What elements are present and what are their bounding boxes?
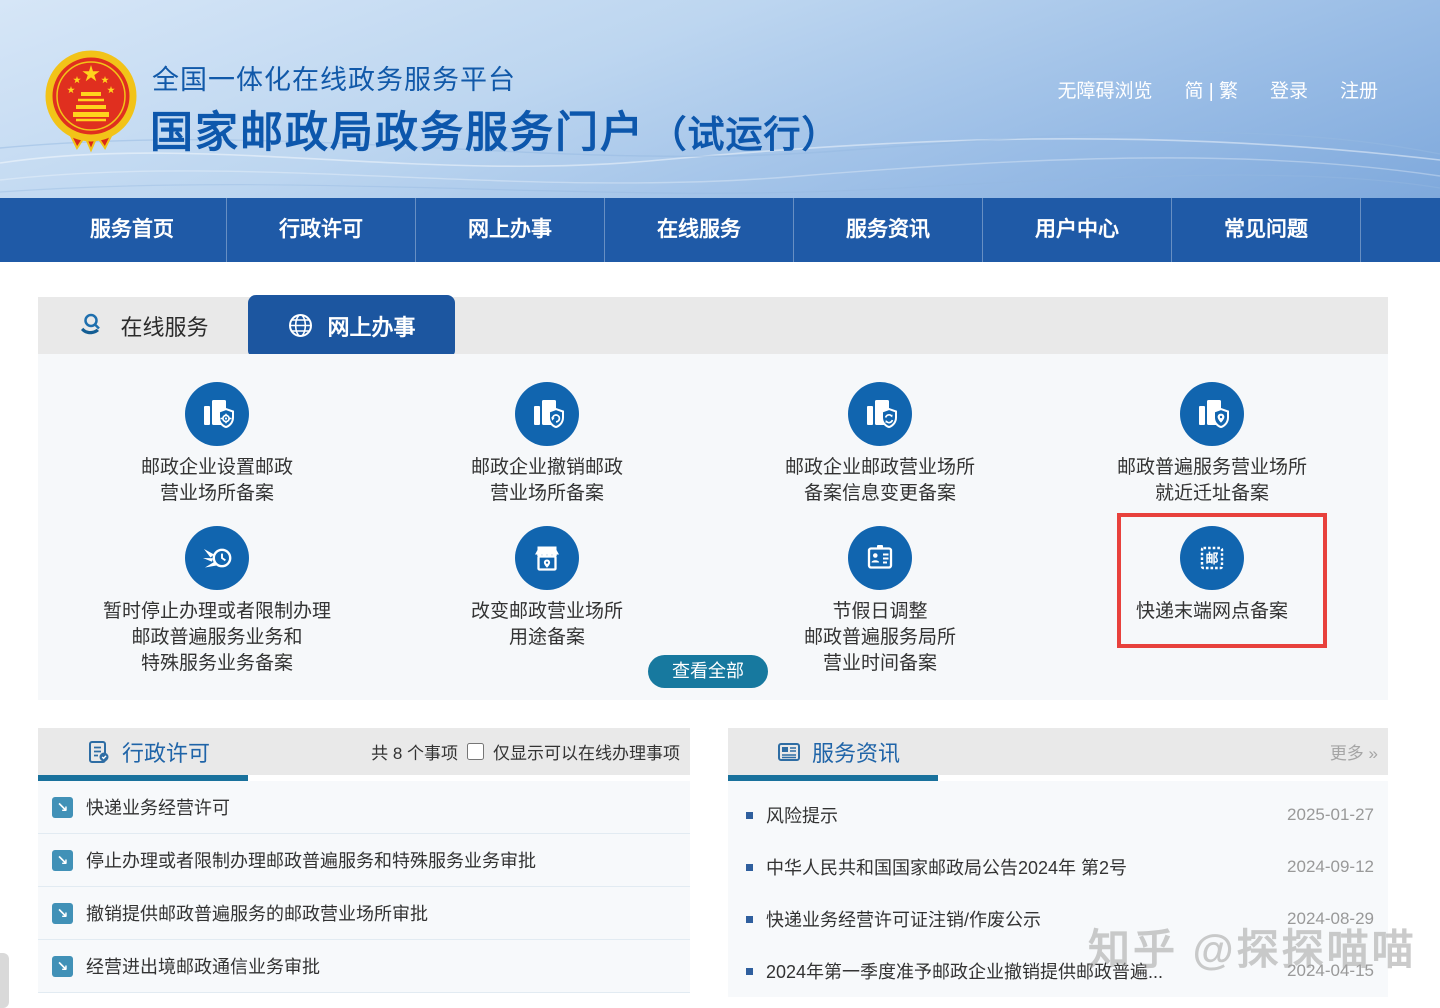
bullet-icon xyxy=(746,916,753,923)
id-card-icon xyxy=(848,526,912,590)
service-label: 邮政普遍服务营业场所 就近迁址备案 xyxy=(1047,455,1377,507)
newspaper-icon xyxy=(776,739,802,765)
news-date: 2024-08-29 xyxy=(1287,909,1374,929)
news-panel-title-text: 服务资讯 xyxy=(812,736,900,768)
register-link[interactable]: 注册 xyxy=(1340,76,1378,103)
list-item-label: 撤销提供邮政普遍服务的邮政营业场所审批 xyxy=(86,900,428,926)
service-label: 暂时停止办理或者限制办理 邮政普遍服务业务和 特殊服务业务备案 xyxy=(52,599,382,677)
tab-online-service-label: 在线服务 xyxy=(120,310,208,342)
news-title-link[interactable]: 2024年第一季度准予邮政企业撤销提供邮政普遍... xyxy=(766,958,1287,984)
bullet-icon xyxy=(746,812,753,819)
service-item-change-info[interactable]: 邮政企业邮政营业场所 备案信息变更备案 xyxy=(715,382,1045,507)
nav-item-home[interactable]: 服务首页 xyxy=(38,198,227,262)
site-title: 国家邮政局政务服务门户 xyxy=(150,109,645,157)
services-content: 邮政企业设置邮政 营业场所备案 邮政企业撤销邮政 营业场所备案 xyxy=(38,354,1388,700)
news-title-link[interactable]: 风险提示 xyxy=(766,802,1287,828)
arrow-link-icon: ↘ xyxy=(52,797,73,818)
admin-panel-header-right: 共 8 个事项 仅显示可以在线办理事项 xyxy=(371,739,680,764)
list-item[interactable]: ↘ 快递业务经营许可 xyxy=(38,781,690,834)
bullet-icon xyxy=(746,968,753,975)
buildings-shield-gear-icon xyxy=(185,382,249,446)
service-item-change-usage[interactable]: 改变邮政营业场所 用途备案 xyxy=(382,526,712,651)
tab-online-handling-label: 网上办事 xyxy=(327,310,415,342)
nav-item-online-service[interactable]: 在线服务 xyxy=(605,198,794,262)
arrow-link-icon: ↘ xyxy=(52,956,73,977)
hand-magnifier-icon xyxy=(77,311,107,341)
admin-license-list: ↘ 快递业务经营许可 ↘ 停止办理或者限制办理邮政普遍服务和特殊服务业务审批 ↘… xyxy=(38,781,690,993)
service-label: 邮政企业设置邮政 营业场所备案 xyxy=(52,455,382,507)
hand-clock-icon xyxy=(185,526,249,590)
view-all-button[interactable]: 查看全部 xyxy=(648,655,768,688)
news-title-link[interactable]: 快递业务经营许可证注销/作废公示 xyxy=(766,906,1287,932)
accessibility-link[interactable]: 无障碍浏览 xyxy=(1057,76,1152,103)
service-item-holiday-hours[interactable]: 节假日调整 邮政普遍服务局所 营业时间备案 xyxy=(715,526,1045,677)
list-item[interactable]: ↘ 停止办理或者限制办理邮政普遍服务和特殊服务业务审批 xyxy=(38,834,690,887)
side-edge-tab xyxy=(0,953,9,1008)
news-panel-title: 服务资讯 xyxy=(776,736,900,768)
service-tabstrip: 在线服务 网上办事 xyxy=(38,297,1388,354)
national-emblem-icon xyxy=(45,48,137,160)
nav-item-license[interactable]: 行政许可 xyxy=(227,198,416,262)
list-item[interactable]: ↘ 撤销提供邮政普遍服务的邮政营业场所审批 xyxy=(38,887,690,940)
arrow-link-icon: ↘ xyxy=(52,850,73,871)
page-header: 全国一体化在线政务服务平台 国家邮政局政务服务门户 （试运行） 无障碍浏览 简 … xyxy=(0,0,1440,198)
storefront-pin-icon xyxy=(515,526,579,590)
list-item[interactable]: ↘ 经营进出境邮政通信业务审批 xyxy=(38,940,690,993)
nav-item-online-handling[interactable]: 网上办事 xyxy=(416,198,605,262)
admin-license-panel: 行政许可 共 8 个事项 仅显示可以在线办理事项 ↘ 快递业务经营许可 ↘ 停止… xyxy=(38,728,690,1008)
news-row: 快递业务经营许可证注销/作废公示 2024-08-29 xyxy=(728,893,1388,945)
service-label: 快递末端网点备案 xyxy=(1047,599,1377,625)
service-label: 邮政企业邮政营业场所 备案信息变更备案 xyxy=(715,455,1045,507)
globe-icon xyxy=(287,312,314,339)
news-title-link[interactable]: 中华人民共和国国家邮政局公告2024年 第2号 xyxy=(766,854,1287,880)
service-item-terminal-outlet[interactable]: 邮 快递末端网点备案 xyxy=(1047,526,1377,625)
admin-panel-title-text: 行政许可 xyxy=(122,736,210,768)
site-subtitle: （试运行） xyxy=(649,114,839,155)
service-label: 改变邮政营业场所 用途备案 xyxy=(382,599,712,651)
service-label: 邮政企业撤销邮政 营业场所备案 xyxy=(382,455,712,507)
news-date: 2025-01-27 xyxy=(1287,805,1374,825)
tab-online-handling[interactable]: 网上办事 xyxy=(248,295,455,356)
item-count-text: 共 8 个事项 xyxy=(371,739,458,764)
login-link[interactable]: 登录 xyxy=(1270,76,1308,103)
stamp-glyph: 邮 xyxy=(1205,551,1218,566)
online-only-label: 仅显示可以在线办理事项 xyxy=(493,739,680,764)
buildings-shield-sync-icon xyxy=(848,382,912,446)
news-row: 2024年第一季度准予邮政企业撤销提供邮政普遍... 2024-04-15 xyxy=(728,945,1388,997)
list-item-label: 停止办理或者限制办理邮政普遍服务和特殊服务业务审批 xyxy=(86,847,536,873)
postal-stamp-icon: 邮 xyxy=(1180,526,1244,590)
more-link[interactable]: 更多 » xyxy=(1330,739,1378,764)
list-item-label: 快递业务经营许可 xyxy=(86,794,230,820)
arrow-link-icon: ↘ xyxy=(52,903,73,924)
service-item-cancel-premises[interactable]: 邮政企业撤销邮政 营业场所备案 xyxy=(382,382,712,507)
language-switch-link[interactable]: 简 | 繁 xyxy=(1184,76,1238,103)
news-list: 风险提示 2025-01-27 中华人民共和国国家邮政局公告2024年 第2号 … xyxy=(728,781,1388,997)
tab-online-service[interactable]: 在线服务 xyxy=(38,297,248,354)
nav-item-user-center[interactable]: 用户中心 xyxy=(983,198,1172,262)
service-item-relocation[interactable]: 邮政普遍服务营业场所 就近迁址备案 xyxy=(1047,382,1377,507)
nav-item-news[interactable]: 服务资讯 xyxy=(794,198,983,262)
list-item-label: 经营进出境邮政通信业务审批 xyxy=(86,953,320,979)
bullet-icon xyxy=(746,864,753,871)
admin-panel-header: 行政许可 共 8 个事项 仅显示可以在线办理事项 xyxy=(38,728,690,775)
site-title-row: 国家邮政局政务服务门户 （试运行） xyxy=(150,98,839,160)
buildings-shield-undo-icon xyxy=(515,382,579,446)
online-only-checkbox[interactable] xyxy=(467,743,484,760)
news-panel-header: 服务资讯 更多 » xyxy=(728,728,1388,775)
main-navbar: 服务首页 行政许可 网上办事 在线服务 服务资讯 用户中心 常见问题 xyxy=(0,198,1440,262)
admin-panel-title: 行政许可 xyxy=(86,736,210,768)
service-item-suspend-service[interactable]: 暂时停止办理或者限制办理 邮政普遍服务业务和 特殊服务业务备案 xyxy=(52,526,382,677)
news-row: 风险提示 2025-01-27 xyxy=(728,789,1388,841)
news-date: 2024-04-15 xyxy=(1287,961,1374,981)
platform-name: 全国一体化在线政务服务平台 xyxy=(152,58,516,97)
news-date: 2024-09-12 xyxy=(1287,857,1374,877)
news-panel: 服务资讯 更多 » 风险提示 2025-01-27 中华人民共和国国家邮政局公告… xyxy=(728,728,1388,1008)
news-row: 中华人民共和国国家邮政局公告2024年 第2号 2024-09-12 xyxy=(728,841,1388,893)
header-links: 无障碍浏览 简 | 繁 登录 注册 xyxy=(1057,76,1378,103)
buildings-shield-pin-icon xyxy=(1180,382,1244,446)
nav-item-faq[interactable]: 常见问题 xyxy=(1172,198,1361,262)
document-seal-icon xyxy=(86,739,112,765)
service-item-setup-premises[interactable]: 邮政企业设置邮政 营业场所备案 xyxy=(52,382,382,507)
